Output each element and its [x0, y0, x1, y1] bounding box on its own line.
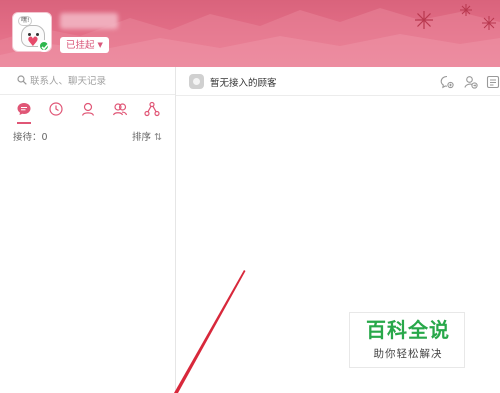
person-icon: [81, 102, 95, 116]
chat-bubble-icon: [17, 103, 31, 115]
watermark-logo: 百科全说 助你轻松解决: [349, 312, 465, 368]
pen-annotation: [174, 270, 246, 393]
chat-header: 暂无接入的顾客: [176, 67, 500, 96]
tab-contact[interactable]: [78, 101, 98, 119]
search-input[interactable]: [30, 73, 170, 89]
chat-plus-icon[interactable]: [440, 75, 454, 89]
tab-structure[interactable]: [142, 101, 162, 119]
contact-tabs: [0, 97, 175, 124]
status-label: 已挂起: [66, 40, 95, 51]
sort-button[interactable]: 排序 ⇅: [132, 129, 162, 143]
sort-label: 排序: [132, 132, 152, 143]
status-dropdown[interactable]: 已挂起 ▼: [60, 37, 109, 53]
visitor-avatar-icon: [189, 74, 204, 89]
queue-info-row: 接待：0 排序 ⇅: [0, 129, 175, 143]
chat-status-text: 暂无接入的顾客: [210, 78, 277, 89]
network-icon: [144, 101, 160, 117]
sort-arrows-icon: ⇅: [154, 132, 162, 143]
transfer-icon[interactable]: [464, 75, 478, 89]
watermark-subtitle: 助你轻松解决: [373, 348, 443, 360]
app-header: 嘿! ♥ 已挂起 ▼: [0, 0, 500, 67]
left-panel: 接待：0 排序⇅: [0, 67, 176, 393]
people-icon: [112, 103, 128, 116]
snowflake-icon: [415, 11, 433, 29]
note-icon[interactable]: [486, 75, 500, 89]
tab-history[interactable]: [46, 101, 66, 119]
search-icon: [17, 75, 27, 85]
tab-group[interactable]: [110, 101, 130, 119]
search-bar: [0, 67, 175, 95]
online-check-icon: [38, 40, 50, 52]
snowflake-icon: [460, 4, 472, 16]
receiving-count: 接待：0: [13, 132, 48, 143]
clock-icon: [49, 102, 63, 116]
caret-down-icon: ▼: [97, 41, 103, 49]
snowflake-icon: [482, 16, 496, 30]
tab-chat[interactable]: [14, 101, 34, 124]
username-redacted: [60, 13, 118, 29]
watermark-title: 百科全说: [366, 318, 450, 342]
